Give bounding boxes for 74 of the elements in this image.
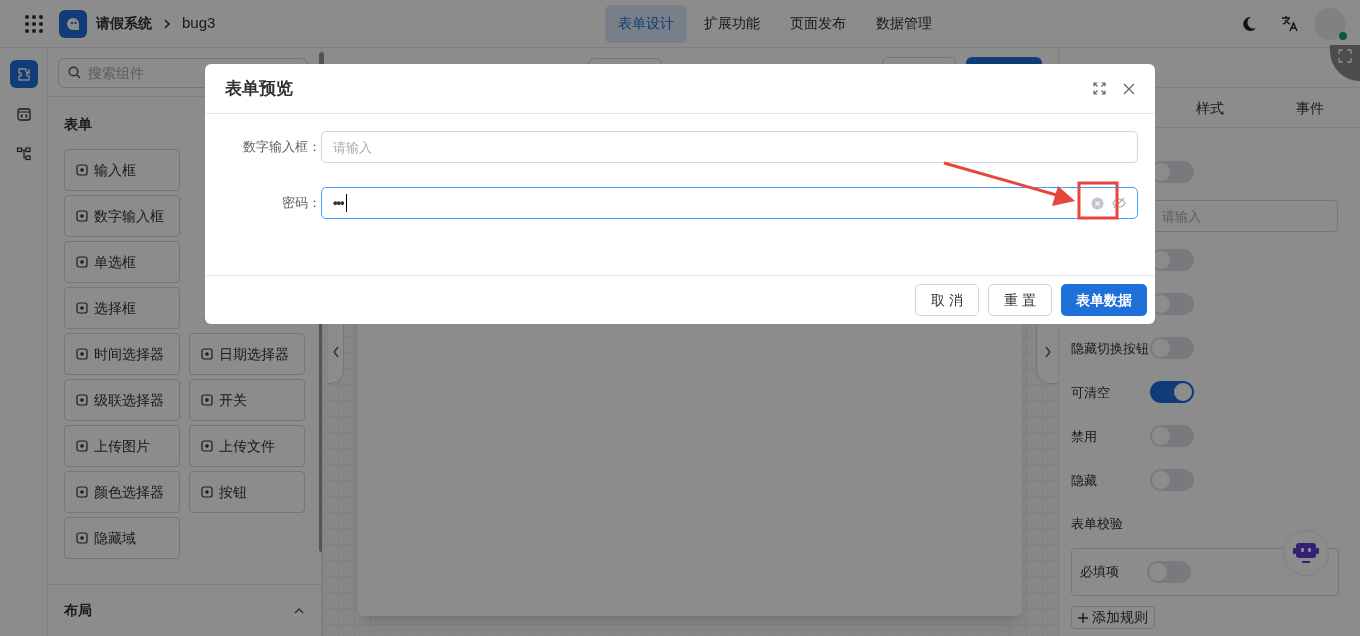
component-icon xyxy=(76,256,88,268)
panel-tab[interactable]: 事件 xyxy=(1260,88,1360,128)
translate-icon[interactable] xyxy=(1281,15,1298,32)
plus-icon xyxy=(1078,612,1088,623)
chevron-right-icon xyxy=(1043,346,1052,358)
component-button[interactable]: 上传文件 xyxy=(189,425,305,467)
chevron-right-icon xyxy=(162,18,172,29)
component-button[interactable]: 输入框 xyxy=(64,149,180,191)
nav-tab[interactable]: 数据管理 xyxy=(863,4,946,43)
component-icon xyxy=(76,486,88,498)
component-icon xyxy=(76,164,88,176)
puzzle-icon xyxy=(15,66,32,82)
sidebar-tab[interactable] xyxy=(9,60,38,88)
close-icon[interactable] xyxy=(1123,82,1135,95)
component-button[interactable]: 数字输入框 xyxy=(64,195,180,237)
fullscreen-icon xyxy=(1338,49,1352,63)
moon-icon[interactable] xyxy=(1241,15,1257,32)
nav-tab[interactable]: 扩展功能 xyxy=(691,4,774,43)
search-icon xyxy=(68,66,81,79)
setting-label: 表单校验 xyxy=(1071,515,1123,534)
panel-tab[interactable]: 样式 xyxy=(1160,88,1260,128)
component-button[interactable]: 日期选择器 xyxy=(189,333,305,375)
setting-label: 可清空 xyxy=(1071,385,1110,400)
setting-label: 隐藏切换按钮 xyxy=(1071,341,1149,356)
component-icon xyxy=(201,440,213,452)
input-field[interactable]: ••• xyxy=(321,187,1138,219)
page-name: bug3 xyxy=(182,13,216,34)
dialog-button[interactable]: 取 消 xyxy=(915,284,980,316)
nav-tab[interactable]: 页面发布 xyxy=(777,4,860,43)
component-icon xyxy=(201,348,213,360)
setting-label: 必填项 xyxy=(1080,563,1119,582)
component-button[interactable]: 级联选择器 xyxy=(64,379,180,421)
apps-grid-icon[interactable] xyxy=(25,14,43,33)
logo-icon xyxy=(59,9,87,38)
component-button[interactable]: 单选框 xyxy=(64,241,180,283)
section-title: 布局 xyxy=(64,601,92,620)
component-icon xyxy=(201,486,213,498)
component-button[interactable]: 按钮 xyxy=(189,471,305,513)
component-icon xyxy=(76,440,88,452)
robot-icon xyxy=(1293,541,1319,565)
component-icon xyxy=(76,210,88,222)
component-button[interactable]: 时间选择器 xyxy=(64,333,180,375)
fullscreen-button[interactable] xyxy=(1330,45,1360,81)
toggle-switch[interactable] xyxy=(1150,381,1194,403)
text-caret xyxy=(345,194,347,212)
app-name[interactable]: 请假系统 xyxy=(96,13,152,34)
setting-label: 禁用 xyxy=(1071,429,1097,444)
setting-label: 隐藏 xyxy=(1071,473,1097,488)
field-label: 密码： xyxy=(282,194,321,213)
dialog-button[interactable]: 表单数据 xyxy=(1061,284,1147,316)
tree-icon xyxy=(15,146,32,162)
expand-icon[interactable] xyxy=(1093,82,1106,95)
user-avatar[interactable] xyxy=(1314,7,1346,40)
field-label: 数字输入框： xyxy=(243,138,321,157)
add-rule-button[interactable]: 添加规则 xyxy=(1071,606,1155,629)
component-button[interactable]: 上传图片 xyxy=(64,425,180,467)
input-field[interactable]: 请输入 xyxy=(321,131,1138,163)
assistant-button[interactable] xyxy=(1283,530,1329,576)
section-title: 表单 xyxy=(64,115,92,134)
chevron-left-icon xyxy=(331,346,340,358)
component-icon xyxy=(76,302,88,314)
component-button[interactable]: 颜色选择器 xyxy=(64,471,180,513)
component-button[interactable]: 选择框 xyxy=(64,287,180,329)
component-button[interactable]: 开关 xyxy=(189,379,305,421)
component-icon xyxy=(76,394,88,406)
dialog-button[interactable]: 重 置 xyxy=(988,284,1052,316)
input-value: ••• xyxy=(333,194,344,213)
component-icon xyxy=(76,348,88,360)
component-icon xyxy=(76,532,88,544)
nav-tab[interactable]: 表单设计 xyxy=(605,4,688,43)
eye-off-icon[interactable] xyxy=(1112,197,1126,209)
code-window-icon xyxy=(15,106,32,122)
component-icon xyxy=(201,394,213,406)
component-button[interactable]: 隐藏域 xyxy=(64,517,180,559)
